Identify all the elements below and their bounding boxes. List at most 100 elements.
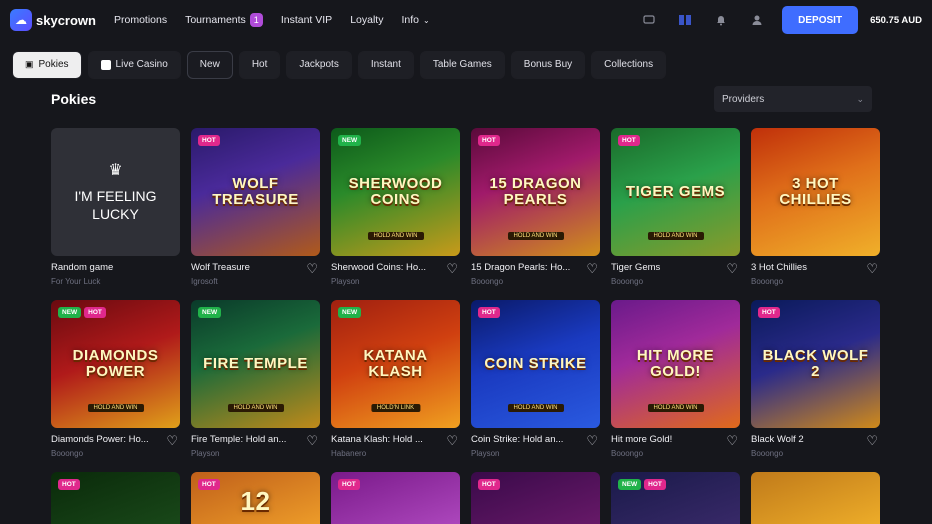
game-thumbnail[interactable]: NEW HOT: [611, 472, 740, 524]
providers-select[interactable]: Providers ⌄: [714, 86, 872, 112]
game-thumbnail[interactable]: SHERWOOD COINS HOLD AND WIN NEW: [331, 128, 460, 256]
hot-badge: HOT: [84, 307, 106, 318]
game-card[interactable]: [751, 472, 880, 524]
bell-icon[interactable]: [710, 9, 732, 31]
game-name[interactable]: Black Wolf 2: [751, 434, 863, 445]
tab-instant[interactable]: Instant: [357, 50, 414, 79]
logo[interactable]: ☁ skycrown: [10, 9, 96, 31]
game-tags: HOT: [618, 135, 640, 146]
tab-hot[interactable]: Hot: [238, 50, 281, 79]
game-name[interactable]: Hit more Gold!: [611, 434, 723, 445]
nav-tournaments[interactable]: Tournaments 1: [185, 13, 263, 27]
game-card[interactable]: ♛ I'M FEELING LUCKY Random game For Your Luc…: [51, 128, 180, 300]
game-thumbnail[interactable]: KATANA KLASH HOLD'N LINK NEW: [331, 300, 460, 428]
game-thumbnail[interactable]: 15 DRAGON PEARLS HOLD AND WIN HOT: [471, 128, 600, 256]
game-name[interactable]: Katana Klash: Hold ...: [331, 434, 443, 445]
deposit-button[interactable]: DEPOSIT: [782, 6, 859, 34]
tab-jackpots[interactable]: Jackpots: [286, 50, 352, 79]
tab-table-games[interactable]: Table Games: [419, 50, 505, 79]
game-card[interactable]: FIRE TEMPLE HOLD AND WIN NEW Fire Temple: H…: [191, 300, 320, 472]
tab-collections[interactable]: Collections: [591, 50, 667, 79]
game-thumbnail[interactable]: HOT: [471, 472, 600, 524]
random-game-thumbnail[interactable]: ♛ I'M FEELING LUCKY: [51, 128, 180, 256]
favorite-heart-icon[interactable]: ♡: [306, 434, 318, 447]
tab-live-casino[interactable]: Live Casino: [87, 50, 181, 79]
lucky-text-line2: LUCKY: [92, 206, 139, 222]
tab-bonus-buy[interactable]: Bonus Buy: [510, 50, 586, 79]
game-card[interactable]: COIN STRIKE HOLD AND WIN HOT Coin Strike: H…: [471, 300, 600, 472]
favorite-heart-icon[interactable]: ♡: [166, 434, 178, 447]
favorite-heart-icon[interactable]: ♡: [446, 434, 458, 447]
game-thumbnail[interactable]: FIRE TEMPLE HOLD AND WIN NEW: [191, 300, 320, 428]
game-meta: Hit more Gold! Booongo ♡: [611, 428, 740, 472]
game-thumbnail[interactable]: HOT: [331, 472, 460, 524]
nav-instant-vip[interactable]: Instant VIP: [281, 14, 332, 26]
favorite-heart-icon[interactable]: ♡: [586, 434, 598, 447]
game-card[interactable]: BLACK WOLF 2 HOT Black Wolf 2 Booongo ♡: [751, 300, 880, 472]
game-card[interactable]: WOLF TREASURE HOT Wolf Treasure Igrosoft ♡: [191, 128, 320, 300]
game-meta: 3 Hot Chillies Booongo ♡: [751, 256, 880, 300]
favorite-heart-icon[interactable]: ♡: [306, 262, 318, 275]
game-thumbnail[interactable]: HOT: [51, 472, 180, 524]
game-name[interactable]: Wolf Treasure: [191, 262, 303, 273]
favorite-heart-icon[interactable]: ♡: [726, 262, 738, 275]
game-name[interactable]: Tiger Gems: [611, 262, 723, 273]
game-card[interactable]: HOT: [51, 472, 180, 524]
book-icon[interactable]: [674, 9, 696, 31]
favorite-heart-icon[interactable]: ♡: [726, 434, 738, 447]
game-name[interactable]: Diamonds Power: Ho...: [51, 434, 163, 445]
game-thumbnail[interactable]: HIT MORE GOLD! HOLD AND WIN: [611, 300, 740, 428]
section-header: Pokies Providers ⌄: [0, 82, 932, 116]
lucky-text-line1: I'M FEELING: [74, 187, 157, 204]
nav-loyalty[interactable]: Loyalty: [350, 14, 383, 26]
game-thumbnail[interactable]: TIGER GEMS HOLD AND WIN HOT: [611, 128, 740, 256]
game-thumbnail[interactable]: [751, 472, 880, 524]
chat-icon[interactable]: [638, 9, 660, 31]
section-title: Pokies: [51, 91, 97, 107]
game-card[interactable]: TIGER GEMS HOLD AND WIN HOT Tiger Gems Booon…: [611, 128, 740, 300]
new-badge: NEW: [338, 307, 362, 318]
game-card[interactable]: HIT MORE GOLD! HOLD AND WIN Hit more Gold!…: [611, 300, 740, 472]
game-card[interactable]: SHERWOOD COINS HOLD AND WIN NEW Sherwood Co…: [331, 128, 460, 300]
game-name[interactable]: Coin Strike: Hold an...: [471, 434, 583, 445]
favorite-heart-icon[interactable]: ♡: [866, 434, 878, 447]
nav-promotions[interactable]: Promotions: [114, 14, 167, 26]
favorite-heart-icon[interactable]: ♡: [446, 262, 458, 275]
game-card[interactable]: 12 HOT: [191, 472, 320, 524]
game-thumbnail[interactable]: 12 HOT: [191, 472, 320, 524]
tab-label: Bonus Buy: [523, 59, 573, 70]
game-card[interactable]: HOT: [331, 472, 460, 524]
tab-label: Live Casino: [115, 59, 168, 70]
game-card[interactable]: KATANA KLASH HOLD'N LINK NEW Katana Klash: …: [331, 300, 460, 472]
game-thumbnail[interactable]: 3 HOT CHILLIES: [751, 128, 880, 256]
game-card[interactable]: 15 DRAGON PEARLS HOLD AND WIN HOT 15 Dragon…: [471, 128, 600, 300]
favorite-heart-icon[interactable]: ♡: [586, 262, 598, 275]
new-badge: NEW: [338, 135, 362, 146]
game-card[interactable]: HOT: [471, 472, 600, 524]
game-name[interactable]: Fire Temple: Hold an...: [191, 434, 303, 445]
game-thumbnail[interactable]: COIN STRIKE HOLD AND WIN HOT: [471, 300, 600, 428]
user-icon[interactable]: [746, 9, 768, 31]
nav-label: Info: [401, 14, 419, 26]
game-provider: Playson: [331, 277, 360, 286]
tab-pokies[interactable]: ▣ Pokies: [12, 50, 82, 79]
game-name[interactable]: 15 Dragon Pearls: Ho...: [471, 262, 583, 273]
game-name[interactable]: Sherwood Coins: Ho...: [331, 262, 443, 273]
game-name[interactable]: 3 Hot Chillies: [751, 262, 863, 273]
balance-display[interactable]: 650.75 AUD: [870, 15, 922, 26]
game-tags: HOT: [478, 135, 500, 146]
favorite-heart-icon[interactable]: ♡: [866, 262, 878, 275]
game-thumbnail[interactable]: DIAMONDS POWER HOLD AND WIN NEW HOT: [51, 300, 180, 428]
game-card[interactable]: NEW HOT: [611, 472, 740, 524]
game-thumbnail[interactable]: BLACK WOLF 2 HOT: [751, 300, 880, 428]
providers-label: Providers: [722, 93, 765, 105]
tab-label: Pokies: [38, 59, 69, 70]
nav-info[interactable]: Info ⌄: [401, 14, 429, 26]
game-name[interactable]: Random game: [51, 262, 163, 273]
game-art-title: DIAMONDS POWER: [72, 347, 159, 380]
category-tabs: ▣ Pokies Live Casino New Hot Jackpots In…: [0, 40, 932, 80]
game-thumbnail[interactable]: WOLF TREASURE HOT: [191, 128, 320, 256]
game-card[interactable]: 3 HOT CHILLIES 3 Hot Chillies Booongo ♡: [751, 128, 880, 300]
tab-new[interactable]: New: [186, 50, 233, 79]
game-card[interactable]: DIAMONDS POWER HOLD AND WIN NEW HOT Diamonds…: [51, 300, 180, 472]
